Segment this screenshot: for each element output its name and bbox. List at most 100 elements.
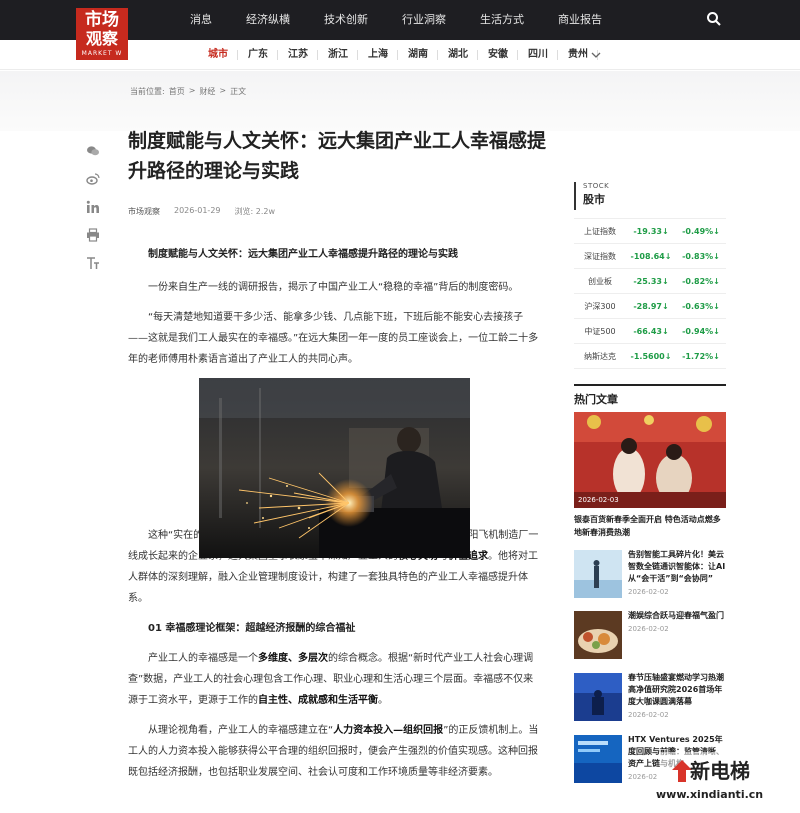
nav-item-reports[interactable]: 商业报告 — [558, 0, 602, 40]
breadcrumb-category[interactable]: 财经 — [199, 86, 215, 97]
logo-line1: 市场 — [85, 10, 119, 30]
city-item-anhui[interactable]: 安徽 — [478, 40, 518, 70]
stock-table: 上证指数 -19.33↓ -0.49%↓ 深证指数 -108.64↓ -0.83… — [574, 218, 726, 369]
stock-row[interactable]: 纳斯达克 -1.5600↓ -1.72%↓ — [574, 344, 726, 369]
stock-header: STOCK 股市 — [574, 182, 726, 210]
stock-label-en: STOCK — [583, 182, 610, 190]
stock-widget: STOCK 股市 上证指数 -19.33↓ -0.49%↓ 深证指数 -108.… — [574, 182, 726, 369]
logo-line3: MARKET W — [81, 50, 123, 57]
article-views: 浏览: 2.2w — [234, 207, 276, 216]
stock-change: -28.97↓ — [633, 301, 669, 311]
logo-line2: 观察 — [85, 29, 118, 48]
search-icon[interactable] — [706, 11, 722, 27]
stock-label-cn: 股市 — [583, 193, 605, 206]
article-paragraph: “每天清楚地知道要干多少活、能拿多少钱、几点能下班，下班后能不能安心去接孩子——… — [128, 312, 539, 365]
hot-article-thumbnail — [574, 735, 622, 783]
stock-row[interactable]: 中证500 -66.43↓ -0.94%↓ — [574, 319, 726, 344]
stock-index-name: 上证指数 — [584, 226, 616, 236]
breadcrumb-separator: > — [219, 86, 227, 95]
hot-hero-image[interactable] — [574, 412, 726, 508]
breadcrumb-prefix: 当前位置: — [130, 87, 165, 96]
city-item-hunan[interactable]: 湖南 — [398, 40, 438, 70]
stock-change: -66.43↓ — [633, 326, 669, 336]
hot-article-date: 2026-02 — [628, 773, 658, 781]
stock-row[interactable]: 上证指数 -19.33↓ -0.49%↓ — [574, 219, 726, 244]
hot-article-caption: 春节压轴盛宴燃动学习热潮 高净值研究院2026首场年度大咖课圆满落幕 — [628, 673, 724, 706]
chevron-down-icon[interactable] — [590, 49, 602, 61]
article-title: 制度赋能与人文关怀：远大集团产业工人幸福感提升路径的理论与实践 — [128, 130, 547, 182]
hot-articles-heading: 热门文章 — [574, 384, 726, 407]
city-item-zhejiang[interactable]: 浙江 — [318, 40, 358, 70]
hot-article-thumbnail — [574, 611, 622, 659]
weibo-icon[interactable] — [86, 172, 100, 186]
hot-article-date: 2026-02-02 — [628, 625, 669, 633]
stock-index-name: 创业板 — [588, 276, 612, 286]
stock-row[interactable]: 深证指数 -108.64↓ -0.83%↓ — [574, 244, 726, 269]
stock-change: -108.64↓ — [630, 251, 672, 261]
stock-percent: -0.94%↓ — [682, 326, 720, 336]
breadcrumb-home[interactable]: 首页 — [169, 86, 185, 97]
hot-article-item[interactable]: 春节压轴盛宴燃动学习热潮 高净值研究院2026首场年度大咖课圆满落幕 2026-… — [574, 673, 726, 723]
article-paragraph: 从理论视角看，产业工人的幸福感建立在“人力资本投入—组织回报”的正反馈机制上。当… — [128, 720, 540, 783]
nav-item-tech[interactable]: 技术创新 — [324, 0, 368, 40]
article-meta: 市场观察 2026-01-29 浏览: 2.2w — [128, 206, 275, 217]
city-item-hubei[interactable]: 湖北 — [438, 40, 478, 70]
bold-text: 自主性、成就感和生活平衡 — [258, 695, 378, 706]
city-item-shanghai[interactable]: 上海 — [358, 40, 398, 70]
stock-change: -19.33↓ — [633, 226, 669, 236]
stock-index-name: 沪深300 — [584, 301, 616, 311]
bold-text: 人力资本投入—组织回报 — [333, 725, 444, 736]
breadcrumb-separator: > — [188, 86, 196, 95]
nav-item-lifestyle[interactable]: 生活方式 — [480, 0, 524, 40]
article-source[interactable]: 市场观察 — [128, 206, 160, 217]
section-heading: 01 幸福感理论框架：超越经济报酬的综合福祉 — [148, 623, 356, 634]
hot-article-date: 2026-02-02 — [628, 588, 669, 596]
stock-percent: -0.49%↓ — [682, 226, 720, 236]
hot-article-thumbnail — [574, 550, 622, 598]
share-bar — [86, 144, 100, 284]
stock-change: -1.5600↓ — [630, 351, 672, 361]
bold-text: 多维度、多层次 — [258, 653, 328, 664]
stock-percent: -0.83%↓ — [682, 251, 720, 261]
stock-change: -25.33↓ — [633, 276, 669, 286]
stock-percent: -0.82%↓ — [682, 276, 720, 286]
article-photo — [199, 378, 470, 558]
wechat-icon[interactable] — [86, 144, 100, 158]
main-nav: 消息 经济纵横 技术创新 行业洞察 生活方式 商业报告 — [190, 0, 636, 40]
print-icon[interactable] — [86, 228, 100, 242]
stock-percent: -1.72%↓ — [682, 351, 720, 361]
hot-hero-date: 2026-02-03 — [578, 496, 619, 504]
hot-article-caption: 告别智能工具碎片化！美云智数全链通识智能体：让AI从“会干活”到“会协同” — [628, 550, 726, 583]
text-run: 产业工人的幸福感是一个 — [148, 653, 258, 664]
stock-index-name: 中证500 — [584, 326, 616, 336]
text-run: 从理论视角看，产业工人的幸福感建立在“ — [148, 725, 334, 736]
breadcrumb-current: 正文 — [230, 87, 247, 96]
text-run: 。 — [378, 695, 388, 706]
stock-row[interactable]: 创业板 -25.33↓ -0.82%↓ — [574, 269, 726, 294]
article-paragraph: 一份来自生产一线的调研报告，揭示了中国产业工人“稳稳的幸福”背后的制度密码。 — [148, 282, 519, 293]
linkedin-icon[interactable] — [86, 200, 100, 214]
city-item-sichuan[interactable]: 四川 — [518, 40, 558, 70]
nav-item-industry[interactable]: 行业洞察 — [402, 0, 446, 40]
nav-item-economy[interactable]: 经济纵横 — [246, 0, 290, 40]
breadcrumb: 当前位置: 首页 > 财经 > 正文 — [130, 86, 246, 97]
font-size-icon[interactable] — [86, 256, 100, 270]
page-header-band — [0, 71, 800, 131]
stock-row[interactable]: 沪深300 -28.97↓ -0.63%↓ — [574, 294, 726, 319]
hot-article-thumbnail — [574, 673, 622, 721]
stock-index-name: 纳斯达克 — [584, 351, 616, 361]
stock-index-name: 深证指数 — [584, 251, 616, 261]
stock-percent: -0.63%↓ — [682, 301, 720, 311]
watermark-url: www.xindianti.cn — [656, 788, 764, 801]
hot-article-caption: 潮娱综合跃马迎春福气盈门 — [628, 611, 724, 620]
hot-article-date: 2026-02-02 — [628, 711, 669, 719]
site-logo[interactable]: 市场 观察 MARKET W — [76, 8, 128, 60]
hot-article-item[interactable]: 潮娱综合跃马迎春福气盈门 2026-02-02 — [574, 611, 726, 661]
hot-article-item[interactable]: 告别智能工具碎片化！美云智数全链通识智能体：让AI从“会干活”到“会协同” 20… — [574, 550, 726, 600]
city-item-all[interactable]: 城市 — [198, 40, 238, 70]
city-item-jiangsu[interactable]: 江苏 — [278, 40, 318, 70]
article-lead: 制度赋能与人文关怀：远大集团产业工人幸福感提升路径的理论与实践 — [148, 249, 458, 260]
nav-item-news[interactable]: 消息 — [190, 0, 212, 40]
city-item-guangdong[interactable]: 广东 — [238, 40, 278, 70]
hot-hero-caption[interactable]: 银泰百货新春季全面开启 特色活动点燃多地新春消费热潮 — [574, 513, 726, 539]
